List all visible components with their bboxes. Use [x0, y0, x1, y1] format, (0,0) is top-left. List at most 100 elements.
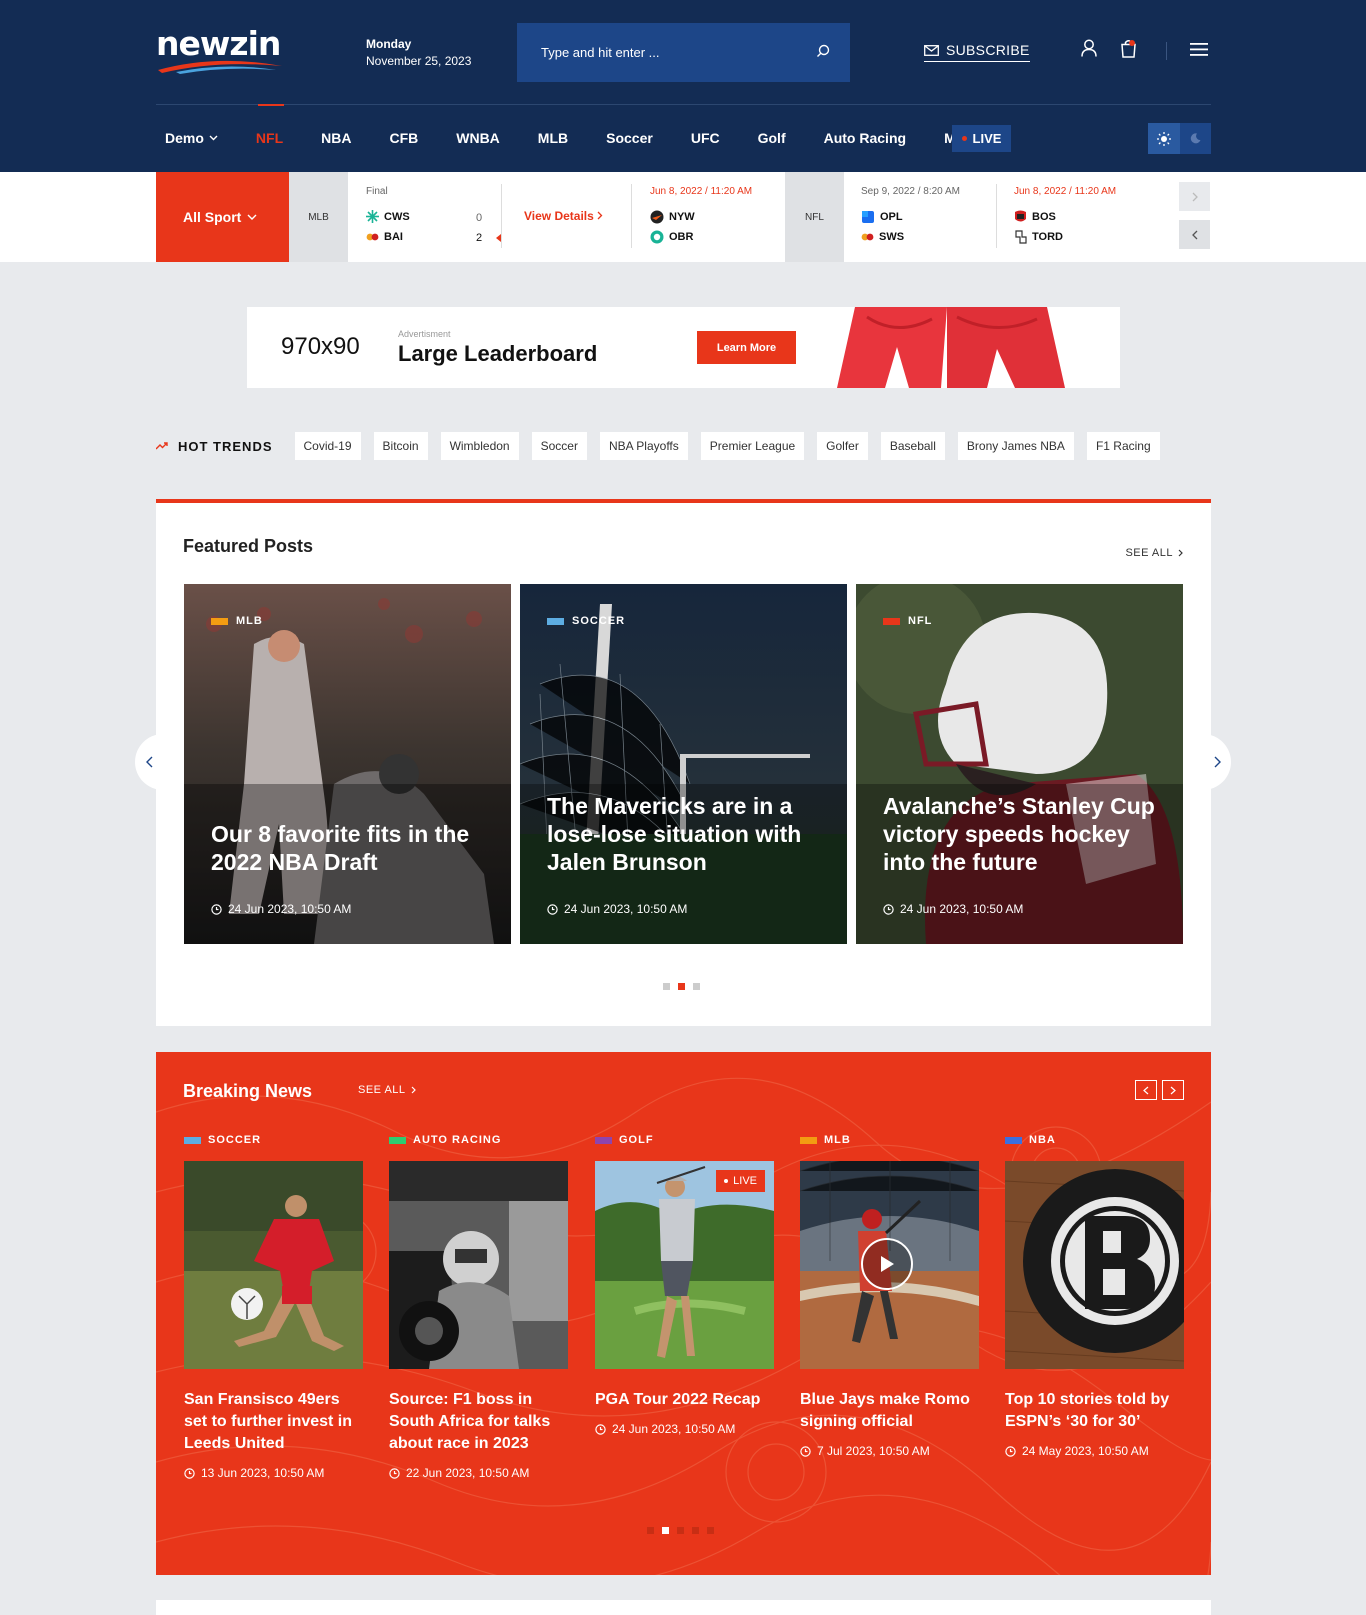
category-badge: GOLF — [595, 1132, 774, 1148]
pagination-dot[interactable] — [677, 1527, 684, 1534]
chevron-left-icon — [145, 756, 152, 768]
post-title: Top 10 stories told by ESPN’s ‘30 for 30… — [1005, 1391, 1170, 1430]
date-text: 7 Jul 2023, 10:50 AM — [817, 1444, 930, 1458]
breaking-card[interactable]: SOCCER San Fransisco 49ers set to furthe… — [184, 1132, 363, 1480]
live-badge: LIVE — [716, 1170, 765, 1192]
nav-item-golf[interactable]: Golf — [749, 104, 803, 172]
theme-toggle[interactable] — [1148, 123, 1211, 154]
pagination-dot[interactable] — [647, 1527, 654, 1534]
breaking-prev-button[interactable] — [1135, 1080, 1157, 1100]
clock-icon — [1005, 1445, 1016, 1457]
site-logo[interactable]: newzin — [156, 24, 286, 76]
trend-tag[interactable]: Baseball — [880, 432, 945, 460]
pagination-dot-active[interactable] — [678, 983, 685, 990]
featured-next-button[interactable] — [1203, 734, 1231, 790]
nav-item-ufc[interactable]: UFC — [682, 104, 737, 172]
team-name: CWS — [384, 210, 410, 223]
search-input[interactable] — [517, 23, 850, 82]
nav-label: NBA — [321, 130, 352, 146]
game-card[interactable]: Sep 9, 2022 / 8:20 AM OPL SWS — [861, 172, 996, 262]
post-title: PGA Tour 2022 Recap — [595, 1391, 761, 1408]
pagination-dot[interactable] — [693, 983, 700, 990]
divider — [631, 184, 632, 248]
date-full: November 25, 2023 — [366, 54, 472, 68]
view-details-link[interactable]: View Details — [524, 209, 603, 223]
ad-banner[interactable]: 970x90 Advertisment Large Leaderboard Le… — [247, 307, 1120, 388]
pagination-dot[interactable] — [707, 1527, 714, 1534]
trend-tag[interactable]: F1 Racing — [1086, 432, 1160, 460]
date-text: 24 Jun 2023, 10:50 AM — [564, 902, 688, 916]
subscribe-link[interactable]: SUBSCRIBE — [924, 42, 1030, 62]
live-badge-label: LIVE — [733, 1175, 757, 1187]
breaking-next-button[interactable] — [1162, 1080, 1184, 1100]
pagination-dot-active[interactable] — [662, 1527, 669, 1534]
nav-item-nfl[interactable]: NFL — [247, 104, 300, 172]
trend-tag[interactable]: Wimbledon — [440, 432, 519, 460]
trend-tag[interactable]: NBA Playoffs — [599, 432, 688, 460]
nav-item-nba[interactable]: NBA — [312, 104, 368, 172]
learn-more-button[interactable]: Learn More — [697, 331, 796, 364]
featured-card[interactable]: SOCCER The Mavericks are in a lose-lose … — [520, 584, 847, 944]
breaking-card[interactable]: NBA Top 10 stories told by ESPN’s ‘30 fo… — [1005, 1132, 1184, 1458]
nav-item-soccer[interactable]: Soccer — [597, 104, 670, 172]
team-name: NYW — [669, 211, 695, 223]
hot-trends-label: HOT TRENDS — [156, 439, 273, 454]
brooklyn-logo-photo — [1005, 1161, 1184, 1369]
scores-prev-button[interactable] — [1179, 220, 1210, 249]
chevron-right-icon — [1214, 756, 1221, 768]
trend-tag[interactable]: Brony James NBA — [957, 432, 1074, 460]
clock-icon — [547, 903, 558, 915]
menu-icon[interactable] — [1190, 43, 1208, 56]
dark-mode-button[interactable] — [1180, 123, 1212, 154]
game-card[interactable]: Jun 8, 2022 / 11:20 AM NYW OBR — [650, 172, 785, 262]
nav-item-mlb[interactable]: MLB — [529, 104, 585, 172]
chevron-right-icon — [1192, 192, 1198, 201]
see-all-link[interactable]: SEE ALL — [358, 1084, 416, 1096]
team-row: NYW — [650, 210, 695, 224]
featured-card[interactable]: NFL Avalanche’s Stanley Cup victory spee… — [856, 584, 1183, 944]
pagination-dot[interactable] — [692, 1527, 699, 1534]
date-text: 24 Jun 2023, 10:50 AM — [612, 1422, 736, 1436]
scores-next-button[interactable] — [1179, 182, 1210, 211]
post-title: The Mavericks are in a lose-lose situati… — [547, 793, 802, 875]
featured-prev-button[interactable] — [135, 734, 163, 790]
trend-tag[interactable]: Golfer — [817, 432, 868, 460]
post-title: Our 8 favorite fits in the 2022 NBA Draf… — [211, 821, 470, 875]
cart-icon[interactable] — [1120, 39, 1137, 58]
user-icon[interactable] — [1081, 39, 1097, 57]
trend-tag[interactable]: Bitcoin — [373, 432, 428, 460]
category-label: GOLF — [619, 1134, 654, 1146]
team-row: TORD — [1014, 230, 1063, 244]
see-all-link[interactable]: SEE ALL — [1125, 547, 1183, 559]
pagination-dot[interactable] — [663, 983, 670, 990]
trend-tag[interactable]: Premier League — [700, 432, 805, 460]
clock-icon — [883, 903, 894, 915]
post-date: 22 Jun 2023, 10:50 AM — [389, 1466, 568, 1480]
category-color — [595, 1136, 612, 1144]
nav-item-demo[interactable]: Demo — [156, 104, 235, 172]
game-card[interactable]: Final CWS 0 BAI 2 — [366, 172, 501, 262]
game-card[interactable]: Jun 8, 2022 / 11:20 AM BOS TORD — [1014, 172, 1154, 262]
search-icon[interactable] — [816, 44, 830, 58]
breaking-card[interactable]: MLB Blue Jays make Romo signing official… — [800, 1132, 979, 1458]
post-date: 24 Jun 2023, 10:50 AM — [547, 902, 687, 916]
breaking-card[interactable]: AUTO RACING Source: F1 boss in South Afr… — [389, 1132, 568, 1480]
ad-size: 970x90 — [281, 333, 360, 360]
clock-icon — [211, 903, 222, 915]
post-date: 24 Jun 2023, 10:50 AM — [595, 1422, 774, 1436]
nav-item-cfb[interactable]: CFB — [380, 104, 435, 172]
trend-tag[interactable]: Covid-19 — [294, 432, 361, 460]
nav-item-wnba[interactable]: WNBA — [447, 104, 517, 172]
featured-card[interactable]: MLB Our 8 favorite fits in the 2022 NBA … — [184, 584, 511, 944]
all-sport-dropdown[interactable]: All Sport — [156, 172, 289, 262]
team-logo-icon — [1015, 210, 1026, 222]
trend-tag[interactable]: Soccer — [531, 432, 587, 460]
live-button[interactable]: LIVE — [952, 125, 1011, 152]
light-mode-button[interactable] — [1148, 123, 1180, 154]
nav-item-auto-racing[interactable]: Auto Racing — [815, 104, 923, 172]
see-all-label: SEE ALL — [358, 1084, 406, 1096]
category-badge: NBA — [1005, 1132, 1184, 1148]
view-details-label: View Details — [524, 209, 594, 223]
play-button[interactable] — [861, 1238, 913, 1290]
breaking-card[interactable]: GOLF LIVE PGA Tour 2022 Recap 24 Jun 202… — [595, 1132, 774, 1436]
